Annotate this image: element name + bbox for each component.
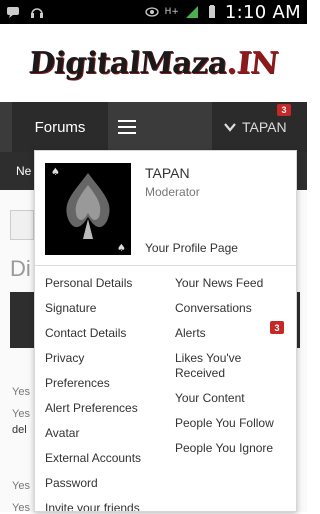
menu-preferences[interactable]: Preferences xyxy=(45,371,141,396)
account-dropdown-menu: ♠ ♠ TAPAN Moderator Your Profile Page Pe… xyxy=(34,150,297,512)
site-logo-banner[interactable]: DigitalMaza.IN xyxy=(0,24,307,102)
nav-username: TAPAN xyxy=(242,119,287,135)
post-snippet: Yes xyxy=(12,502,30,514)
menu-personal-details[interactable]: Personal Details xyxy=(45,271,141,296)
status-bar: H+ 1:10 AM xyxy=(0,0,307,24)
menu-news-feed[interactable]: Your News Feed xyxy=(175,271,285,296)
nav-user-menu[interactable]: TAPAN xyxy=(212,102,307,152)
menu-contact-details[interactable]: Contact Details xyxy=(45,321,141,346)
home-breadcrumb-icon[interactable] xyxy=(10,210,34,240)
chevron-down-icon xyxy=(224,123,236,132)
main-navbar: Forums TAPAN xyxy=(0,102,307,152)
wifi-icon xyxy=(185,6,198,18)
menu-password[interactable]: Password xyxy=(45,471,141,496)
site-logo: DigitalMaza.IN xyxy=(27,46,279,81)
headphones-icon xyxy=(31,8,43,18)
alerts-count-badge: 3 xyxy=(277,104,291,116)
alerts-menu-badge: 3 xyxy=(270,321,284,334)
account-activity-list: Your News Feed Conversations Alerts Like… xyxy=(175,271,285,461)
menu-your-content[interactable]: Your Content xyxy=(175,386,285,411)
chat-icon xyxy=(7,7,19,18)
logo-main-text: DigitalMaza xyxy=(27,45,230,81)
menu-alert-preferences[interactable]: Alert Preferences xyxy=(45,396,141,421)
menu-hamburger-icon[interactable] xyxy=(118,120,136,134)
svg-text:♠: ♠ xyxy=(51,167,60,178)
network-type-label: H+ xyxy=(164,7,179,17)
clock-time: 1:10 AM xyxy=(224,1,301,23)
post-snippet: Yes xyxy=(12,408,30,420)
menu-invite-friends[interactable]: Invite your friends xyxy=(45,496,141,511)
menu-people-you-follow[interactable]: People You Follow xyxy=(175,411,285,436)
menu-external-accounts[interactable]: External Accounts xyxy=(45,446,141,471)
dropdown-username[interactable]: TAPAN xyxy=(145,165,190,181)
svg-text:♠: ♠ xyxy=(117,243,126,254)
menu-privacy[interactable]: Privacy xyxy=(45,346,141,371)
avatar[interactable]: ♠ ♠ xyxy=(45,163,131,255)
menu-alerts[interactable]: Alerts xyxy=(175,321,285,346)
battery-icon xyxy=(208,5,215,18)
menu-likes-received[interactable]: Likes You've Received xyxy=(175,346,285,386)
nav-forums-tab[interactable]: Forums xyxy=(12,102,108,152)
post-snippet: Yes xyxy=(12,386,30,398)
dropdown-user-role: Moderator xyxy=(145,185,200,199)
post-snippet: Yes xyxy=(12,480,30,492)
menu-conversations[interactable]: Conversations xyxy=(175,296,285,321)
logo-suffix-text: .IN xyxy=(225,45,280,81)
menu-avatar[interactable]: Avatar xyxy=(45,421,141,446)
eye-icon xyxy=(144,7,159,17)
page-title: Di xyxy=(10,256,31,281)
menu-people-you-ignore[interactable]: People You Ignore xyxy=(175,436,285,461)
your-profile-page-link[interactable]: Your Profile Page xyxy=(145,241,238,255)
subnav-link[interactable]: Ne xyxy=(16,164,31,178)
account-settings-list: Personal Details Signature Contact Detai… xyxy=(45,271,141,511)
post-snippet: del xyxy=(12,424,27,436)
dropdown-divider xyxy=(35,265,296,266)
menu-signature[interactable]: Signature xyxy=(45,296,141,321)
